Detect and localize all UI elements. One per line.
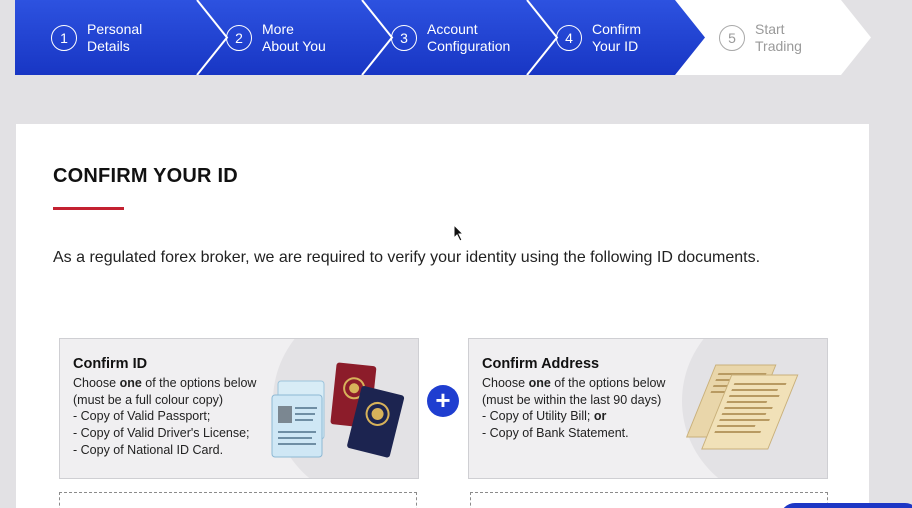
confirm-id-heading: Confirm ID [73, 356, 148, 372]
confirm-address-heading: Confirm Address [482, 356, 600, 372]
instruction-text: Choose [482, 375, 529, 390]
chat-button[interactable] [780, 503, 912, 508]
list-item-emphasis: or [593, 409, 607, 424]
title-underline [53, 207, 124, 210]
confirm-id-requirement: (must be a full colour copy) [73, 392, 224, 407]
confirm-id-instruction: Choose one of the options below [73, 375, 256, 392]
step-label: Account Configuration [427, 20, 511, 54]
address-upload-dropzone[interactable] [470, 492, 828, 508]
mouse-cursor-icon [453, 224, 465, 242]
list-item-text: - Copy of Utility Bill; [482, 409, 594, 424]
list-item: - Copy of Bank Statement. [482, 426, 629, 441]
step-number: 1 [51, 24, 77, 51]
confirm-address-instruction: Choose one of the options below [482, 375, 665, 392]
instruction-emphasis: one [119, 375, 142, 390]
bank-statements-icon [685, 364, 799, 450]
instruction-text: Choose [73, 375, 120, 390]
step-start-trading[interactable]: 5 Start Trading [675, 0, 871, 75]
step-label: Personal Details [87, 20, 143, 54]
confirm-address-text: Confirm Address Choose one of the option… [482, 356, 665, 442]
instruction-text: of the options below [141, 375, 257, 390]
intro-text: As a regulated forex broker, we are requ… [53, 249, 761, 266]
id-upload-dropzone[interactable] [59, 492, 417, 508]
page-title: CONFIRM YOUR ID [53, 165, 238, 187]
step-number: 2 [226, 24, 252, 51]
step-number: 5 [719, 24, 745, 51]
confirm-address-requirement: (must be within the last 90 days) [482, 392, 662, 407]
instruction-text: of the options below [550, 375, 666, 390]
list-item: - Copy of Valid Driver's License; [73, 426, 250, 441]
step-number: 3 [391, 24, 417, 51]
confirm-id-text: Confirm ID Choose one of the options bel… [73, 356, 256, 459]
step-label: More About You [262, 20, 326, 54]
step-number: 4 [556, 24, 582, 51]
step-label: Confirm Your ID [592, 20, 642, 54]
list-item: - Copy of Utility Bill; or [482, 408, 665, 425]
confirm-address-box: Confirm Address Choose one of the option… [468, 338, 828, 479]
id-cards-passports-icon [271, 362, 405, 458]
confirm-id-card: CONFIRM YOUR ID As a regulated forex bro… [16, 124, 869, 508]
list-item: - Copy of National ID Card. [73, 442, 224, 457]
list-item: - Copy of Valid Passport; [73, 409, 211, 424]
step-label: Start Trading [755, 20, 802, 54]
instruction-emphasis: one [528, 375, 551, 390]
confirm-id-box: Confirm ID Choose one of the options bel… [59, 338, 419, 479]
progress-steps: 1 Personal Details 2 More About You 3 Ac… [15, 0, 871, 75]
plus-icon: + [427, 385, 459, 417]
